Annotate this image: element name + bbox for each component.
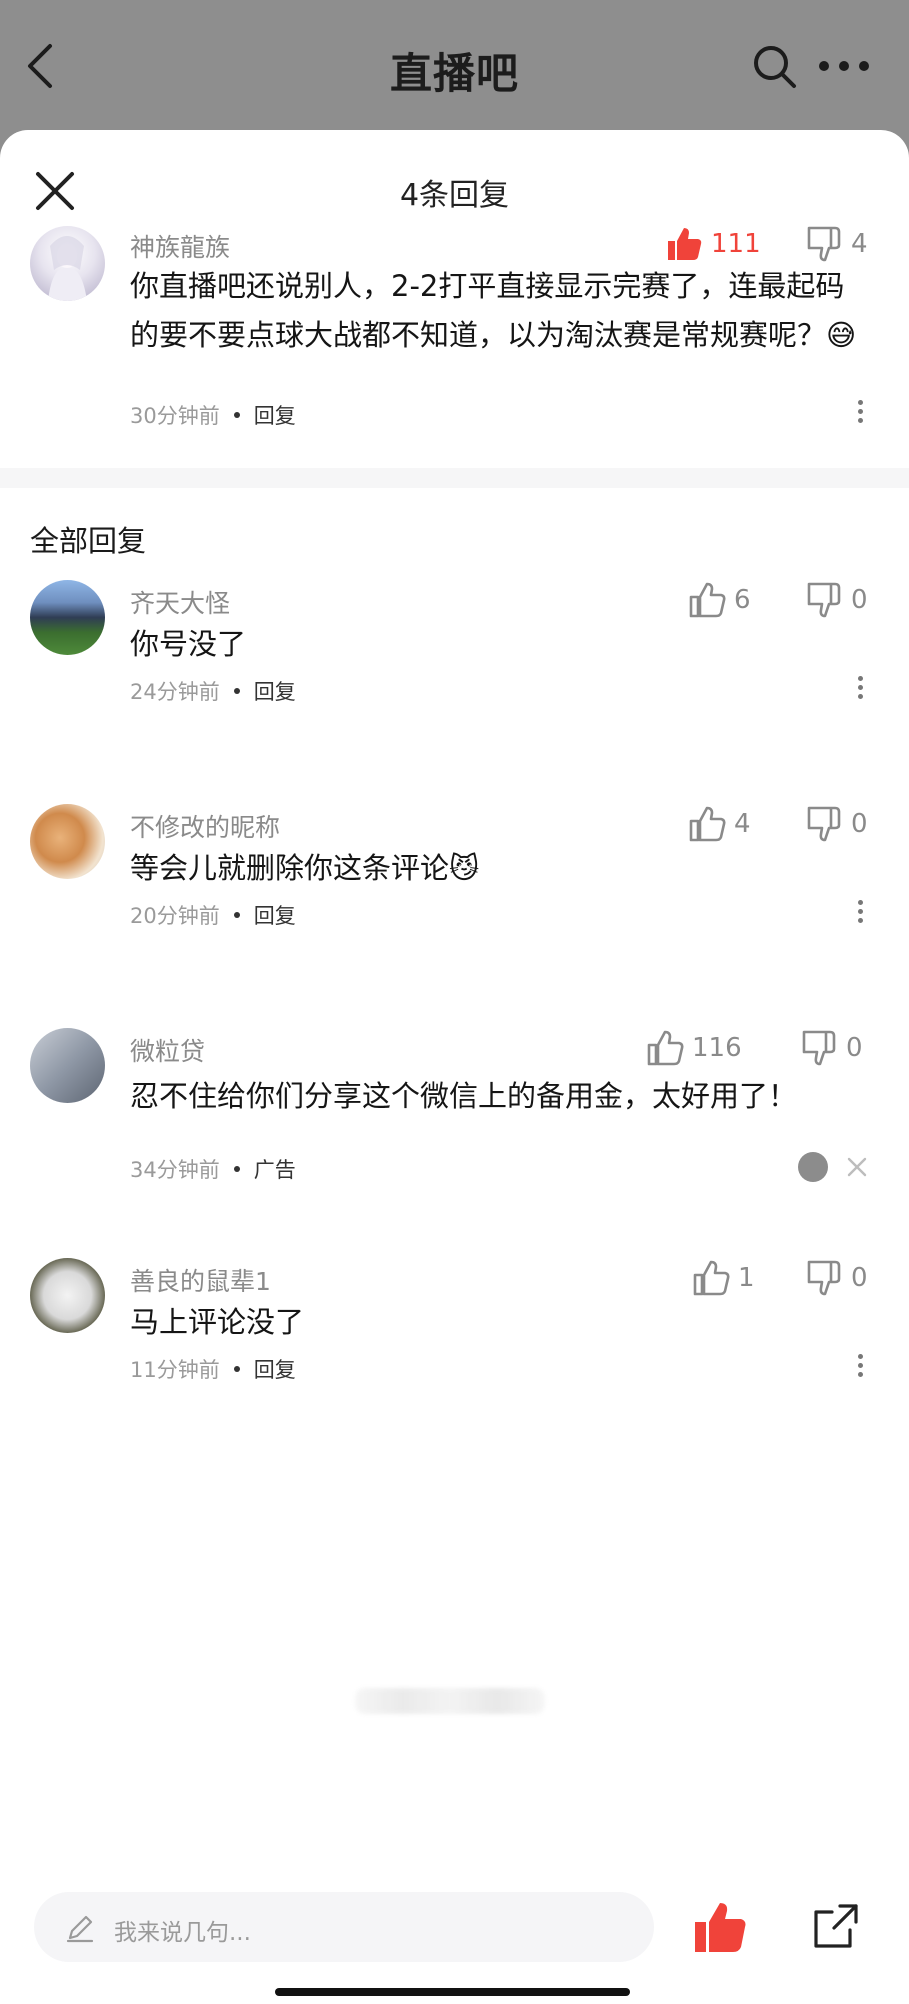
reply-link[interactable]: 回复: [254, 680, 296, 704]
comment-text: 等会儿就删除你这条评论😼: [130, 851, 480, 885]
home-indicator: [275, 1988, 630, 1996]
timestamp: 34分钟前: [130, 1158, 220, 1182]
thumbs-down-icon: [807, 582, 841, 618]
sheet-header: 4条回复: [0, 130, 909, 240]
more-icon[interactable]: [850, 672, 870, 708]
timestamp: 20分钟前: [130, 904, 220, 928]
thumbs-up-icon: [689, 806, 726, 842]
ad-source-icon: [798, 1152, 828, 1182]
dislike-button[interactable]: 0: [800, 1028, 863, 1068]
comment-text: 你号没了: [130, 627, 247, 661]
more-icon[interactable]: [850, 1350, 870, 1386]
dislike-button[interactable]: 4: [805, 224, 868, 264]
loading-footer: [355, 1688, 545, 1714]
pencil-icon: [66, 1915, 94, 1943]
thumbs-down-icon: [807, 806, 841, 842]
thumbs-up-filled-icon: [668, 228, 702, 260]
like-count: 111: [711, 229, 761, 259]
more-icon[interactable]: [850, 896, 870, 932]
thumbs-down-icon: [807, 1260, 841, 1296]
comment-text: 马上评论没了: [130, 1305, 305, 1339]
comment-meta: 11分钟前 回复: [130, 1354, 296, 1384]
top-app-bar: 直播吧: [0, 0, 909, 130]
username[interactable]: 不修改的昵称: [130, 808, 280, 844]
like-button[interactable]: 1: [692, 1258, 755, 1298]
reply-link[interactable]: 回复: [254, 1358, 296, 1382]
dislike-count: 4: [851, 229, 868, 259]
like-button[interactable]: 6: [688, 580, 751, 620]
like-count: 1: [738, 1263, 755, 1293]
comment-text: 忍不住给你们分享这个微信上的备用金，太好用了！: [130, 1079, 798, 1113]
dislike-button[interactable]: 0: [805, 804, 868, 844]
more-options-icon[interactable]: [816, 48, 872, 84]
dislike-count: 0: [851, 585, 868, 615]
composer-bar: 我来说几句...: [0, 1860, 909, 2004]
sheet-title: 4条回复: [399, 178, 510, 213]
comment-text: 你直播吧还说别人，2-2打平直接显示完赛了，连最起码的要不要点球大战都不知道，以…: [130, 269, 857, 352]
dislike-button[interactable]: 0: [805, 1258, 868, 1298]
reply-link[interactable]: 回复: [254, 904, 296, 928]
comment-meta: 30分钟前 回复: [130, 400, 296, 430]
thumbs-up-icon: [689, 582, 726, 618]
comment-input[interactable]: 我来说几句...: [34, 1892, 654, 1962]
like-count: 4: [734, 809, 751, 839]
search-icon[interactable]: [750, 42, 798, 90]
like-count: 6: [734, 585, 751, 615]
dislike-button[interactable]: 0: [805, 580, 868, 620]
avatar[interactable]: [30, 1028, 105, 1103]
comment-meta: 20分钟前 回复: [130, 900, 296, 930]
reply-sheet: 4条回复 神族龍族 111 4 你直播吧还说别人，2-2打平直接显示完赛了，连最…: [0, 130, 909, 2004]
dislike-count: 0: [846, 1033, 863, 1063]
comment-meta: 24分钟前 回复: [130, 676, 296, 706]
reply-link[interactable]: 回复: [254, 404, 296, 428]
timestamp: 24分钟前: [130, 680, 220, 704]
more-icon[interactable]: [850, 396, 870, 432]
like-count: 116: [692, 1033, 742, 1063]
avatar[interactable]: [30, 804, 105, 879]
like-button[interactable]: 4: [688, 804, 751, 844]
timestamp: 30分钟前: [130, 404, 220, 428]
close-ad-icon[interactable]: [844, 1154, 870, 1180]
ad-label: 广告: [253, 1158, 296, 1182]
thumbs-up-icon: [693, 1260, 730, 1296]
avatar[interactable]: [30, 226, 105, 301]
section-divider: [0, 468, 909, 488]
like-button[interactable]: 111: [665, 224, 761, 264]
thumbs-down-icon: [802, 1030, 836, 1066]
username[interactable]: 微粒贷: [130, 1032, 205, 1068]
timestamp: 11分钟前: [130, 1358, 220, 1382]
dislike-count: 0: [851, 809, 868, 839]
username[interactable]: 善良的鼠辈1: [130, 1262, 271, 1298]
username[interactable]: 齐天大怪: [130, 584, 230, 620]
thumbs-down-icon: [807, 226, 841, 262]
avatar[interactable]: [30, 580, 105, 655]
thumbs-up-filled-icon[interactable]: [692, 1900, 748, 1956]
avatar[interactable]: [30, 1258, 105, 1333]
username[interactable]: 神族龍族: [130, 228, 230, 264]
like-button[interactable]: 116: [646, 1028, 742, 1068]
section-title: 全部回复: [30, 524, 147, 558]
input-placeholder: 我来说几句...: [114, 1920, 251, 1946]
share-icon[interactable]: [810, 1900, 862, 1952]
dislike-count: 0: [851, 1263, 868, 1293]
comment-meta: 34分钟前 广告: [130, 1154, 296, 1184]
thumbs-up-icon: [647, 1030, 684, 1066]
